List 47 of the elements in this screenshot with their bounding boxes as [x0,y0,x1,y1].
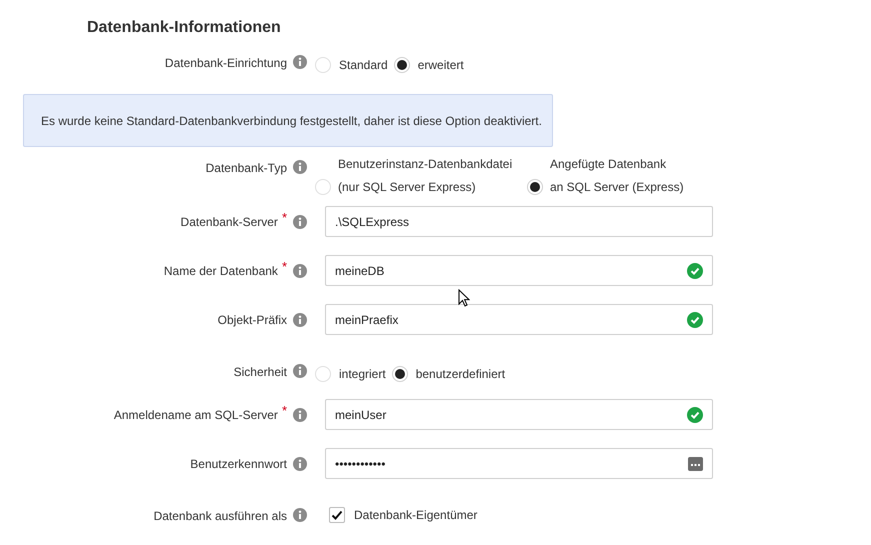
info-notice: Es wurde keine Standard-Datenbankverbindung festgestellt, daher ist diese Option deaktiviert. [23,94,553,147]
section-title: Datenbank-Informationen [87,18,281,38]
password-dots-icon[interactable] [688,456,703,470]
password-field[interactable]: •••••••••••• [325,448,713,479]
field-label: Datenbank-Server [180,214,278,231]
field-label: Anmeldename am SQL-Server [114,407,278,424]
option-label: erweitert [418,57,464,74]
info-icon[interactable] [293,215,307,229]
checkbox[interactable] [329,507,345,523]
option-sublabel: (nur SQL Server Express) [338,179,477,196]
info-icon[interactable] [293,55,307,69]
required-asterisk: * [282,404,287,417]
field-label: Objekt-Präfix [218,312,287,329]
info-icon[interactable] [293,160,307,174]
option-label: Standard [339,57,388,74]
field-label: Datenbank ausführen als [154,508,287,525]
info-icon[interactable] [293,313,307,327]
text-field[interactable]: meineDB [325,255,713,286]
field-label: Datenbank-Einrichtung [164,55,287,72]
radio-button[interactable] [315,179,331,195]
option-label: Datenbank-Eigentümer [354,507,478,524]
info-icon[interactable] [293,408,307,422]
option-label: benutzerdefiniert [416,366,506,383]
info-icon[interactable] [293,508,307,522]
radio-button[interactable] [394,57,410,73]
option-label: Benutzerinstanz-Datenbankdatei [338,156,512,173]
radio-button[interactable] [315,366,331,382]
required-asterisk: * [282,211,287,224]
text-field[interactable]: meinPraefix [325,304,713,335]
info-icon[interactable] [293,364,307,378]
option-label: integriert [339,366,386,383]
option-label: Angefügte Datenbank [550,156,668,173]
radio-button[interactable] [527,179,543,195]
info-icon[interactable] [293,264,307,278]
text-field[interactable]: meinUser [325,399,713,430]
info-icon[interactable] [293,457,307,471]
radio-button[interactable] [392,366,408,382]
mouse-cursor-icon [458,289,470,307]
required-asterisk: * [282,260,287,273]
field-label: Benutzerkennwort [190,456,287,473]
text-field[interactable]: .\SQLExpress [325,206,713,237]
field-label: Datenbank-Typ [206,160,287,177]
field-label: Sicherheit [234,364,287,381]
option-sublabel: an SQL Server (Express) [550,179,684,196]
radio-button[interactable] [315,57,331,73]
field-label: Name der Datenbank [164,263,278,280]
checkmark-icon [331,509,343,521]
